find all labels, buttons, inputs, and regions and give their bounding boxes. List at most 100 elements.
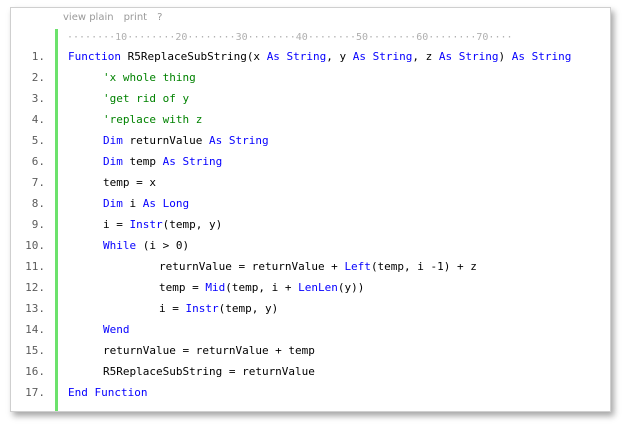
keyword-token: As String bbox=[162, 155, 223, 168]
code-token: , y bbox=[326, 50, 353, 63]
code-token: returnValue = returnValue + temp bbox=[103, 344, 315, 357]
keyword-token: As String bbox=[266, 50, 327, 63]
code-text: returnValue = returnValue + temp bbox=[103, 340, 315, 361]
line-number: 10. bbox=[25, 239, 45, 252]
code-token: (temp, i -1) + z bbox=[370, 260, 477, 273]
keyword-token: As String bbox=[208, 134, 269, 147]
code-token: R5ReplaceSubString(x bbox=[120, 50, 267, 63]
code-text: While (i > 0) bbox=[103, 235, 189, 256]
keyword-token: End Function bbox=[68, 386, 148, 399]
keyword-token: As Long bbox=[142, 197, 190, 210]
column-ruler: ········10········20········30········40… bbox=[67, 32, 513, 43]
code-text: Dim i As Long bbox=[103, 193, 189, 214]
code-token: returnValue = returnValue + bbox=[159, 260, 345, 273]
code-token: R5ReplaceSubString = returnValue bbox=[103, 365, 315, 378]
help-link[interactable]: ? bbox=[157, 12, 162, 26]
line-number: 3. bbox=[31, 92, 45, 105]
keyword-token: Function bbox=[68, 50, 121, 63]
code-text: returnValue = returnValue + Left(temp, i… bbox=[159, 256, 477, 277]
code-token: i bbox=[122, 197, 143, 210]
line-number: 15. bbox=[25, 344, 45, 357]
keyword-token: LenLen bbox=[298, 281, 338, 294]
code-text: temp = x bbox=[103, 172, 156, 193]
comment-token: 'x whole thing bbox=[103, 71, 196, 84]
code-text: R5ReplaceSubString = returnValue bbox=[103, 361, 315, 382]
code-line: 9. i = Instr(temp, y) bbox=[11, 214, 610, 235]
code-toolbar: view plain print ? bbox=[63, 12, 162, 26]
line-number: 13. bbox=[25, 302, 45, 315]
keyword-token: Dim bbox=[103, 197, 123, 210]
code-text: Wend bbox=[103, 319, 130, 340]
line-number: 17. bbox=[25, 386, 45, 399]
line-number: 14. bbox=[25, 323, 45, 336]
code-listing: 1. Function R5ReplaceSubString(x As Strin… bbox=[11, 46, 610, 403]
line-number: 2. bbox=[31, 71, 45, 84]
code-panel: view plain print ? ········10········20·… bbox=[10, 7, 611, 412]
keyword-token: As String bbox=[352, 50, 413, 63]
code-line: 2. 'x whole thing bbox=[11, 67, 610, 88]
comment-token: 'get rid of y bbox=[103, 92, 190, 105]
keyword-token: Instr bbox=[185, 302, 219, 315]
line-number: 16. bbox=[25, 365, 45, 378]
code-token: ) bbox=[498, 50, 512, 63]
code-text: Dim temp As String bbox=[103, 151, 222, 172]
code-text: i = Instr(temp, y) bbox=[159, 298, 278, 319]
print-link[interactable]: print bbox=[124, 12, 148, 26]
code-line: 8. Dim i As Long bbox=[11, 193, 610, 214]
code-line: 4. 'replace with z bbox=[11, 109, 610, 130]
line-number: 4. bbox=[31, 113, 45, 126]
code-token: i = bbox=[159, 302, 186, 315]
code-line: 10. While (i > 0) bbox=[11, 235, 610, 256]
code-token: (temp, i + bbox=[225, 281, 299, 294]
line-number: 5. bbox=[31, 134, 45, 147]
code-line: 1. Function R5ReplaceSubString(x As Strin… bbox=[11, 46, 610, 67]
line-number: 7. bbox=[31, 176, 45, 189]
line-number: 9. bbox=[31, 218, 45, 231]
line-number: 12. bbox=[25, 281, 45, 294]
keyword-token: As String bbox=[438, 50, 499, 63]
code-token: (temp, y) bbox=[162, 218, 223, 231]
code-token: i = bbox=[103, 218, 130, 231]
code-token: temp = bbox=[159, 281, 206, 294]
keyword-token: While bbox=[103, 239, 137, 252]
code-token: returnValue bbox=[122, 134, 209, 147]
code-text: 'x whole thing bbox=[103, 67, 196, 88]
keyword-token: Wend bbox=[103, 323, 130, 336]
line-number: 8. bbox=[31, 197, 45, 210]
code-line: 7. temp = x bbox=[11, 172, 610, 193]
code-text: i = Instr(temp, y) bbox=[103, 214, 222, 235]
code-line: 6. Dim temp As String bbox=[11, 151, 610, 172]
code-token: (i > 0) bbox=[136, 239, 190, 252]
code-text: Dim returnValue As String bbox=[103, 130, 269, 151]
code-token: temp bbox=[122, 155, 163, 168]
code-line: 16. R5ReplaceSubString = returnValue bbox=[11, 361, 610, 382]
code-token: (temp, y) bbox=[218, 302, 279, 315]
keyword-token: Instr bbox=[129, 218, 163, 231]
view-plain-link[interactable]: view plain bbox=[63, 12, 114, 26]
code-token: temp = x bbox=[103, 176, 156, 189]
code-line: 5. Dim returnValue As String bbox=[11, 130, 610, 151]
comment-token: 'replace with z bbox=[103, 113, 203, 126]
code-line: 15. returnValue = returnValue + temp bbox=[11, 340, 610, 361]
code-text: temp = Mid(temp, i + LenLen(y)) bbox=[159, 277, 364, 298]
code-token: (y)) bbox=[337, 281, 365, 294]
code-line: 11. returnValue = returnValue + Left(temp… bbox=[11, 256, 610, 277]
keyword-token: Dim bbox=[103, 134, 123, 147]
code-text: End Function bbox=[68, 382, 147, 403]
keyword-token: Mid bbox=[205, 281, 226, 294]
line-number: 11. bbox=[25, 260, 45, 273]
keyword-token: As String bbox=[511, 50, 572, 63]
line-number: 1. bbox=[31, 50, 45, 63]
code-token: , z bbox=[412, 50, 439, 63]
code-line: 17. End Function bbox=[11, 382, 610, 403]
keyword-token: Left bbox=[344, 260, 371, 273]
keyword-token: Dim bbox=[103, 155, 123, 168]
code-line: 3. 'get rid of y bbox=[11, 88, 610, 109]
code-text: 'replace with z bbox=[103, 109, 202, 130]
code-text: 'get rid of y bbox=[103, 88, 189, 109]
code-line: 12. temp = Mid(temp, i + LenLen(y)) bbox=[11, 277, 610, 298]
code-line: 14. Wend bbox=[11, 319, 610, 340]
code-text: Function R5ReplaceSubString(x As String,… bbox=[68, 46, 571, 67]
line-number: 6. bbox=[31, 155, 45, 168]
code-line: 13. i = Instr(temp, y) bbox=[11, 298, 610, 319]
